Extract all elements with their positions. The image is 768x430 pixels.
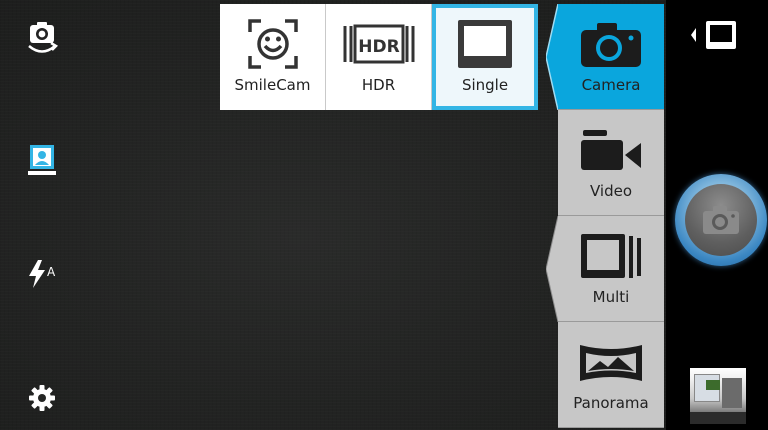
flash-auto-badge: A [47,265,56,279]
multi-notch [546,216,558,322]
settings-button[interactable] [22,378,62,418]
mode-hdr[interactable]: HDR HDR [326,4,432,110]
mode-smilecam-label: SmileCam [234,76,311,94]
left-control-bar: A [0,0,84,430]
shooting-mode-strip: SmileCam HDR HDR Single [220,4,538,110]
mode-hdr-label: HDR [361,76,396,94]
smile-face-icon [247,19,298,69]
multi-frame-icon [581,234,641,278]
shutter-camera-icon [703,206,739,234]
settings-gear-icon [29,385,55,411]
flash-auto-button[interactable]: A [22,254,62,294]
flash-auto-icon: A [29,260,56,288]
mode-multi[interactable]: Multi [546,216,664,322]
camera-icon [581,23,641,67]
mode-video-label: Video [589,182,633,200]
mode-camera[interactable]: Camera [546,4,664,110]
shutter-button[interactable] [675,174,767,266]
mode-smilecam[interactable]: SmileCam [220,4,326,110]
mode-single[interactable]: Single [432,4,538,110]
mode-panorama[interactable]: Panorama [558,322,664,428]
mode-camera-label: Camera [581,76,641,94]
hdr-icon-text: HDR [358,37,399,57]
capture-mode-column: Camera Video Multi Panorama [546,4,664,428]
last-photo-thumbnail[interactable] [690,368,746,424]
panorama-icon [580,345,642,381]
switch-camera-icon [28,22,59,53]
camera-screen: A SmileCam HDR HDR Single Camera Video M… [0,0,768,430]
mode-multi-label: Multi [592,288,630,306]
mode-panorama-label: Panorama [573,394,649,412]
mode-single-label: Single [461,76,509,94]
single-frame-icon [458,20,512,68]
switch-camera-button[interactable] [22,18,62,58]
portrait-mode-button[interactable] [22,140,62,180]
video-camera-icon [581,130,641,170]
mode-video[interactable]: Video [558,110,664,216]
collapse-panel-icon [691,21,736,49]
mode-panel-toggle-button[interactable] [690,18,740,52]
selection-notch [546,4,558,110]
hdr-icon: HDR [343,24,414,64]
portrait-icon [28,145,56,175]
